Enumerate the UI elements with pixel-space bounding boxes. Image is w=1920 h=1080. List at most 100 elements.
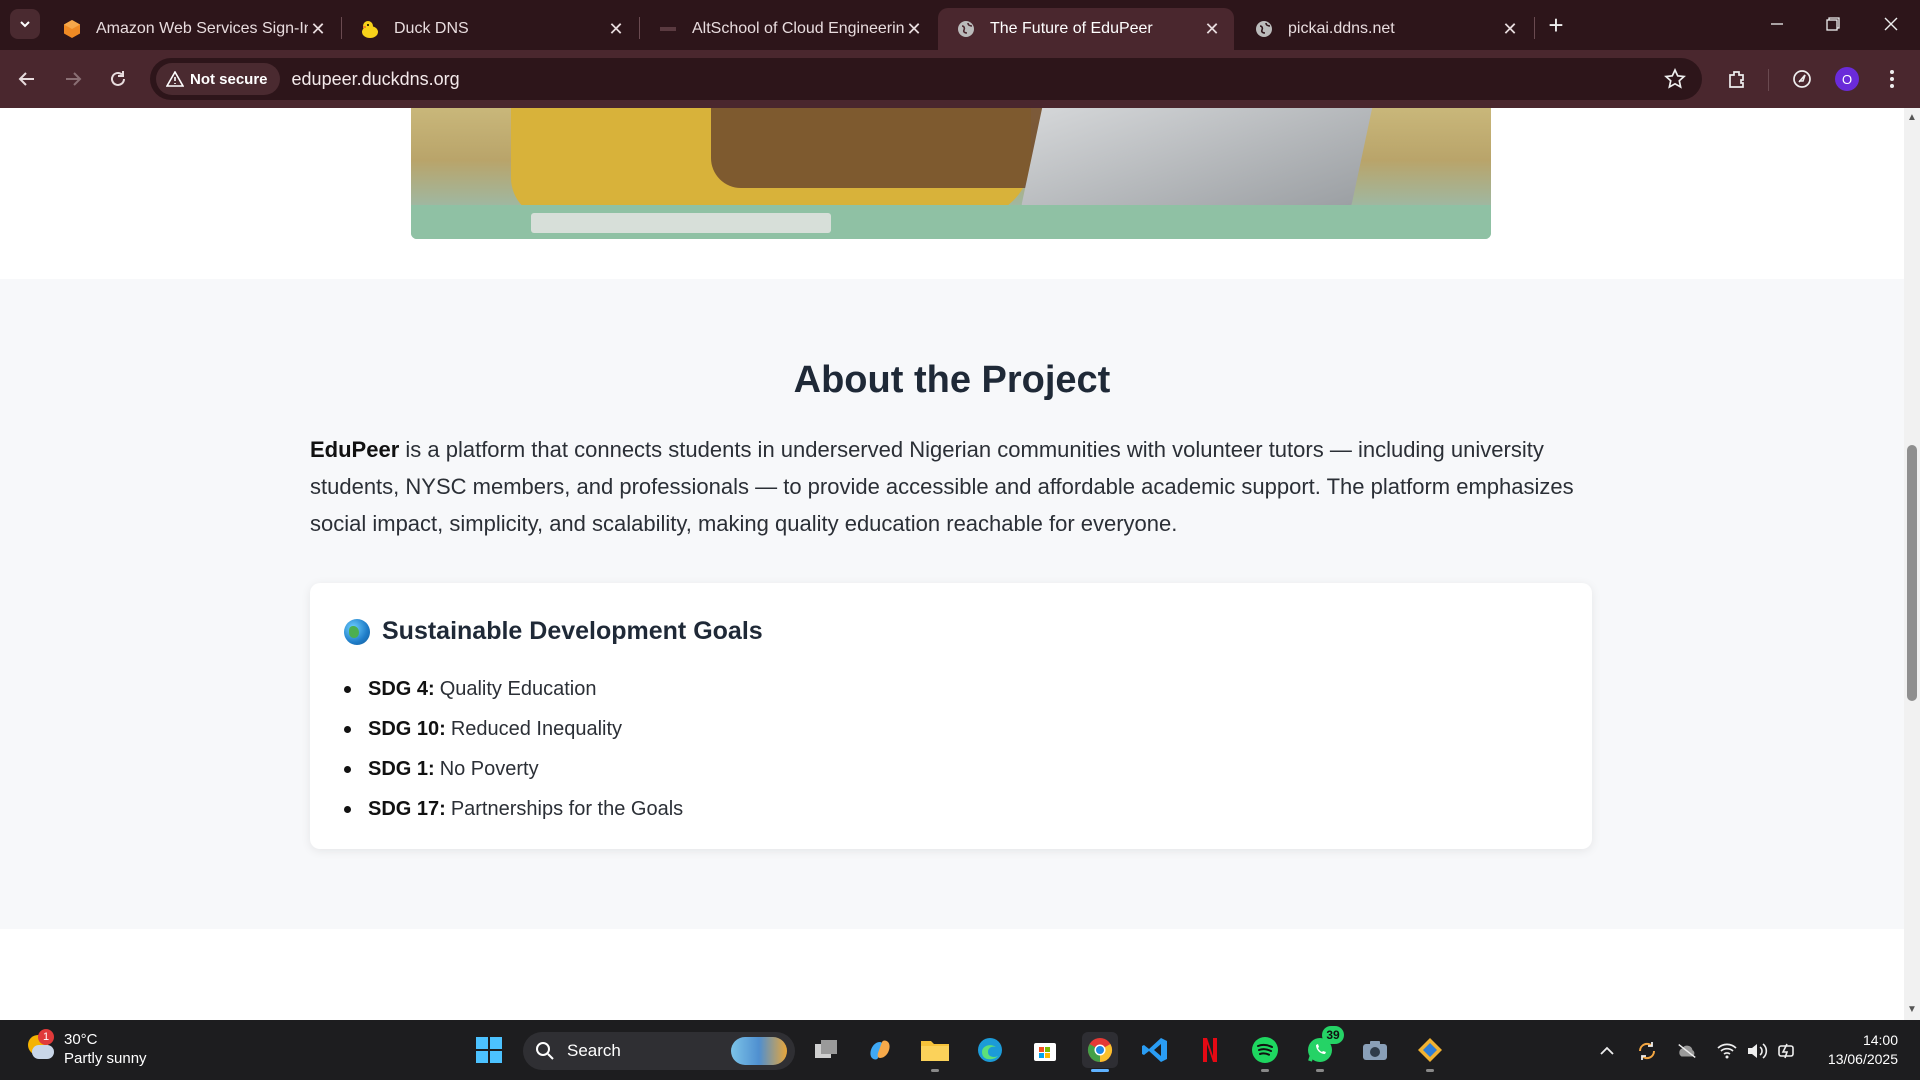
tab-title: Amazon Web Services Sign-In bbox=[96, 20, 308, 37]
camera-button[interactable] bbox=[1357, 1032, 1393, 1068]
windows-logo-icon bbox=[476, 1037, 502, 1063]
chrome-button[interactable] bbox=[1082, 1032, 1118, 1072]
menu-button[interactable] bbox=[1877, 64, 1907, 94]
globe-icon bbox=[956, 19, 976, 39]
sdg-text: Quality Education bbox=[439, 678, 597, 700]
clock-time: 14:00 bbox=[1862, 1032, 1898, 1048]
weather-desc: Partly sunny bbox=[64, 1050, 147, 1067]
wifi-icon[interactable] bbox=[1716, 1040, 1738, 1062]
close-icon[interactable]: ✕ bbox=[904, 19, 924, 39]
close-icon[interactable]: ✕ bbox=[308, 19, 328, 39]
tab-title: AltSchool of Cloud Engineering bbox=[692, 20, 904, 37]
extensions-button[interactable] bbox=[1722, 64, 1752, 94]
tab-pickai[interactable]: pickai.ddns.net ✕ bbox=[1236, 8, 1532, 50]
show-hidden-icons-chevron-icon[interactable] bbox=[1596, 1040, 1618, 1062]
store-icon bbox=[1034, 1043, 1056, 1061]
puzzle-icon bbox=[1729, 71, 1744, 88]
task-view-button[interactable] bbox=[808, 1032, 844, 1068]
clock-date: 13/06/2025 bbox=[1827, 1051, 1898, 1067]
tab-strip: Amazon Web Services Sign-In ✕ Duck DNS ✕… bbox=[0, 0, 1920, 50]
tab-title: pickai.ddns.net bbox=[1288, 20, 1395, 37]
sdg-text: No Poverty bbox=[439, 758, 539, 780]
hero-image bbox=[411, 108, 1491, 239]
microsoft-store-button[interactable] bbox=[1027, 1032, 1063, 1068]
url-text[interactable]: edupeer.duckdns.org bbox=[292, 69, 460, 90]
copilot-icon bbox=[870, 1040, 890, 1060]
scroll-down-arrow-icon[interactable]: ▼ bbox=[1907, 1004, 1917, 1018]
arrow-right-icon bbox=[66, 72, 82, 86]
reload-button[interactable] bbox=[103, 64, 133, 94]
tab-divider bbox=[1534, 17, 1535, 39]
bookmark-star-icon[interactable] bbox=[1664, 67, 1686, 95]
edge-icon bbox=[978, 1038, 1002, 1062]
file-explorer-button[interactable] bbox=[917, 1032, 953, 1072]
netflix-button[interactable] bbox=[1192, 1032, 1228, 1068]
sdg-heading: Sustainable Development Goals bbox=[344, 617, 763, 646]
about-description: EduPeer is a platform that connects stud… bbox=[310, 431, 1600, 542]
sync-icon[interactable] bbox=[1636, 1040, 1658, 1062]
tab-duckdns[interactable]: Duck DNS ✕ bbox=[342, 8, 638, 50]
page-viewport: About the Project EduPeer is a platform … bbox=[0, 108, 1904, 1020]
profile-avatar[interactable]: O bbox=[1835, 67, 1859, 91]
edge-button[interactable] bbox=[972, 1032, 1008, 1068]
scroll-up-arrow-icon[interactable]: ▲ bbox=[1907, 112, 1917, 126]
search-highlight-image bbox=[731, 1037, 787, 1065]
start-button[interactable] bbox=[471, 1032, 507, 1068]
browser-toolbar: Not secure edupeer.duckdns.org O bbox=[0, 50, 1920, 108]
vscode-button[interactable] bbox=[1137, 1032, 1173, 1068]
sdg-text: Reduced Inequality bbox=[450, 718, 623, 740]
tab-aws[interactable]: Amazon Web Services Sign-In ✕ bbox=[44, 8, 340, 50]
weather-widget[interactable]: 1 30°C Partly sunny bbox=[24, 1029, 147, 1068]
list-item: SDG 1: No Poverty bbox=[343, 749, 683, 789]
close-icon[interactable]: ✕ bbox=[1202, 19, 1222, 39]
copilot-button[interactable] bbox=[862, 1032, 898, 1068]
new-tab-button[interactable]: + bbox=[1542, 12, 1570, 40]
chrome-icon bbox=[1087, 1038, 1113, 1062]
tab-search-button[interactable] bbox=[10, 9, 40, 39]
search-icon bbox=[536, 1042, 554, 1060]
task-view-icon bbox=[815, 1040, 837, 1058]
close-icon[interactable]: ✕ bbox=[606, 19, 626, 39]
spotify-button[interactable] bbox=[1247, 1032, 1283, 1072]
list-item: SDG 17: Partnerships for the Goals bbox=[343, 789, 683, 829]
restore-button[interactable] bbox=[1818, 10, 1848, 38]
scroll-thumb[interactable] bbox=[1907, 445, 1917, 701]
performance-button[interactable] bbox=[1787, 64, 1817, 94]
list-item: SDG 10: Reduced Inequality bbox=[343, 709, 683, 749]
system-clock[interactable]: 14:00 13/06/2025 bbox=[1818, 1031, 1898, 1069]
close-icon[interactable]: ✕ bbox=[1500, 19, 1520, 39]
forward-button[interactable] bbox=[58, 64, 88, 94]
minimize-button[interactable] bbox=[1762, 10, 1792, 38]
app-button[interactable] bbox=[1412, 1032, 1448, 1072]
weather-badge: 1 bbox=[38, 1029, 54, 1045]
about-section: About the Project EduPeer is a platform … bbox=[0, 279, 1904, 929]
onedrive-offline-icon[interactable] bbox=[1676, 1040, 1698, 1062]
back-button[interactable] bbox=[12, 64, 42, 94]
list-item: SDG 4: Quality Education bbox=[343, 669, 683, 709]
warning-icon bbox=[166, 71, 184, 87]
reload-icon bbox=[111, 71, 125, 86]
address-bar[interactable]: Not secure edupeer.duckdns.org bbox=[150, 58, 1702, 100]
page-scrollbar[interactable]: ▲ ▼ bbox=[1904, 108, 1920, 1020]
arrow-left-icon bbox=[18, 72, 34, 86]
tab-edupeer[interactable]: The Future of EduPeer ✕ bbox=[938, 8, 1234, 50]
battery-charging-icon[interactable] bbox=[1776, 1040, 1798, 1062]
whatsapp-button[interactable]: 39 bbox=[1302, 1026, 1344, 1072]
security-chip[interactable]: Not secure bbox=[156, 63, 280, 95]
tab-altschool[interactable]: AltSchool of Cloud Engineering ✕ bbox=[640, 8, 936, 50]
tab-title: The Future of EduPeer bbox=[990, 20, 1153, 37]
minimize-icon bbox=[1771, 23, 1783, 25]
sdg-card: Sustainable Development Goals SDG 4: Qual… bbox=[310, 583, 1592, 849]
spotify-icon bbox=[1252, 1037, 1278, 1063]
close-window-button[interactable] bbox=[1876, 10, 1906, 38]
about-heading: About the Project bbox=[793, 359, 1111, 401]
taskbar-search[interactable]: Search bbox=[523, 1032, 795, 1070]
globe-emoji-icon bbox=[344, 618, 370, 645]
sdg-list: SDG 4: Quality Education SDG 10: Reduced I… bbox=[343, 669, 683, 829]
partly-sunny-icon: 1 bbox=[24, 1029, 56, 1065]
whatsapp-badge: 39 bbox=[1322, 1026, 1344, 1044]
duck-icon bbox=[360, 19, 380, 39]
security-label: Not secure bbox=[190, 70, 268, 88]
volume-icon[interactable] bbox=[1746, 1040, 1768, 1062]
close-icon bbox=[1884, 17, 1898, 31]
